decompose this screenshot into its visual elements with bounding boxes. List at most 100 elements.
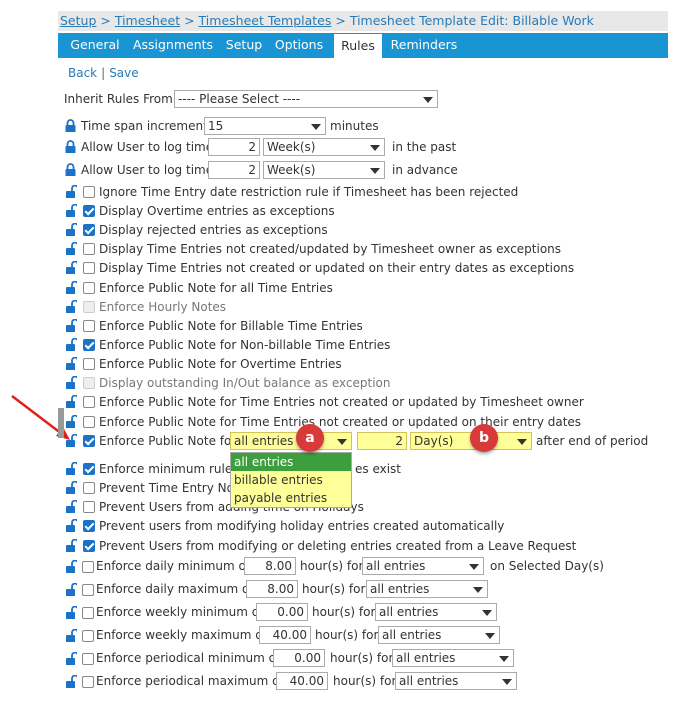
back-link[interactable]: Back [68,66,97,80]
rule-checkbox[interactable] [83,243,95,255]
tab-assignments[interactable]: Assignments [128,33,218,58]
inherit-select[interactable]: ---- Please Select ---- [174,90,438,108]
rule-checkbox[interactable] [83,482,95,494]
dropdown-option-all[interactable]: all entries [231,453,351,471]
hours-input[interactable]: 0.00 [256,603,308,621]
unlock-icon[interactable] [66,500,77,513]
unlock-icon[interactable] [66,652,77,665]
unlock-icon[interactable] [66,319,77,332]
log_advance-count-input[interactable]: 2 [208,161,260,179]
lock-icon[interactable] [65,140,76,153]
hour-rule-label: Enforce daily maximum of [96,582,254,596]
unlock-icon[interactable] [66,281,77,294]
hour-rule-checkbox[interactable] [82,607,94,619]
rule-checkbox[interactable] [83,540,95,552]
hours-input[interactable]: 8.00 [244,557,296,575]
unlock-icon[interactable] [66,261,77,274]
unlock-icon[interactable] [66,300,77,313]
breadcrumb-templates[interactable]: Timesheet Templates [199,13,332,28]
unlock-icon[interactable] [66,376,77,389]
breadcrumb-timesheet[interactable]: Timesheet [115,13,180,28]
hours-input[interactable]: 0.00 [273,649,325,667]
hour-rule-checkbox[interactable] [82,653,94,665]
hour-rule-checkbox[interactable] [82,584,94,596]
breadcrumb: Setup > Timesheet > Timesheet Templates … [58,11,668,31]
unlock-icon[interactable] [66,185,77,198]
hour-rule-label: Enforce weekly maximum of [96,628,267,642]
hours-input[interactable]: 40.00 [259,626,311,644]
unlock-icon[interactable] [66,560,77,573]
unlock-icon[interactable] [66,606,77,619]
rule-checkbox[interactable] [83,186,95,198]
lock-icon[interactable] [65,119,76,132]
unlock-icon[interactable] [66,675,77,688]
unlock-icon[interactable] [66,462,77,475]
unlock-icon[interactable] [66,519,77,532]
tab-setup[interactable]: Setup [218,33,270,58]
rule-checkbox[interactable] [83,339,95,351]
rule-checkbox[interactable] [83,396,95,408]
unlock-icon[interactable] [66,204,77,217]
unlock-icon[interactable] [66,223,77,236]
unlock-icon[interactable] [66,629,77,642]
hours-input[interactable]: 40.00 [276,672,328,690]
period-entries-select[interactable]: all entries [230,432,352,450]
hours-input[interactable]: 8.00 [246,580,298,598]
drag-handle[interactable] [58,408,64,438]
time-span-select-value: 15 [208,119,224,133]
tab-options[interactable]: Options [270,33,328,58]
lock-icon[interactable] [65,163,76,176]
rule-checkbox[interactable] [83,224,95,236]
rule-checkbox[interactable] [83,282,95,294]
tab-reminders[interactable]: Reminders [384,33,464,58]
hour-entries-select[interactable]: all entries [375,603,497,621]
rule-label: Ignore Time Entry date restriction rule … [99,185,519,199]
log_advance-period-select[interactable]: Week(s) [263,161,385,179]
unlock-icon[interactable] [66,242,77,255]
rule-checkbox[interactable] [83,262,95,274]
hour-rule-label: Enforce weekly minimum of [96,605,264,619]
rule-checkbox[interactable] [83,358,95,370]
period-count-input[interactable]: 2 [357,432,407,450]
dropdown-option-payable[interactable]: payable entries [231,489,351,507]
rule-checkbox[interactable] [83,416,95,428]
period-rule-checkbox[interactable] [83,435,95,447]
dropdown-option-billable[interactable]: billable entries [231,471,351,489]
hour-entries-select[interactable]: all entries [392,649,514,667]
hour-rule-checkbox[interactable] [82,561,94,573]
log_past-suffix: in the past [392,140,457,154]
tab-general[interactable]: General [62,33,128,58]
rule-label: Display outstanding In/Out balance as ex… [99,376,391,390]
hour-rule-checkbox[interactable] [82,676,94,688]
log_past-period-select[interactable]: Week(s) [263,138,385,156]
hour-entries-select[interactable]: all entries [366,580,488,598]
unlock-icon[interactable] [66,357,77,370]
rule-checkbox[interactable] [83,501,95,513]
hour-rule-label: Enforce periodical minimum of [96,651,281,665]
rule-checkbox[interactable] [83,520,95,532]
hour-entries-select[interactable]: all entries [378,626,500,644]
time-span-select[interactable]: 15 [204,117,326,135]
rule-checkbox[interactable] [83,205,95,217]
save-link[interactable]: Save [109,66,138,80]
chevron-down-icon [370,168,380,174]
chevron-down-icon [370,145,380,151]
hour-entries-select-value: all entries [366,559,426,573]
rule-label: Enforce minimum rules [99,462,239,476]
hour-rule-checkbox[interactable] [82,630,94,642]
unlock-icon[interactable] [66,583,77,596]
rule-checkbox[interactable] [83,463,95,475]
log_advance-suffix: in advance [392,163,458,177]
hour-unit-label: hour(s) for [312,605,376,619]
hour-entries-select[interactable]: all entries [395,672,517,690]
breadcrumb-setup[interactable]: Setup [60,13,96,28]
rule-checkbox[interactable] [83,320,95,332]
log_past-count-input[interactable]: 2 [208,138,260,156]
hour-rule-suffix: on Selected Day(s) [490,559,604,573]
hour-entries-select[interactable]: all entries [362,557,484,575]
unlock-icon[interactable] [66,338,77,351]
unlock-icon[interactable] [66,539,77,552]
chevron-down-icon [499,656,509,662]
tab-rules[interactable]: Rules [334,34,382,58]
unlock-icon[interactable] [66,481,77,494]
